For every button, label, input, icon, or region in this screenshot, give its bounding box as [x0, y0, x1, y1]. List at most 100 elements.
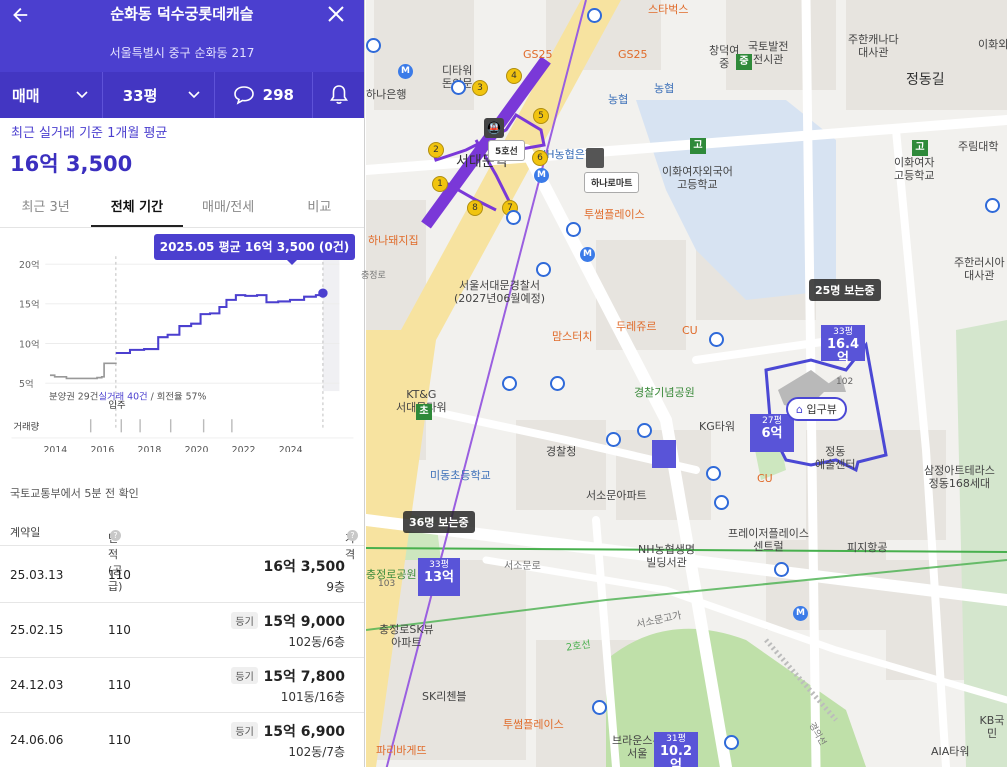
map-label-prince[interactable]: 프레이저플레이스 센트럴: [728, 527, 809, 553]
subway-exit-1[interactable]: 1: [432, 176, 448, 192]
map-label-gyeongchal-park[interactable]: 경찰기념공원: [634, 386, 695, 399]
notification-button[interactable]: [313, 72, 364, 118]
subway-m-icon[interactable]: M: [793, 606, 808, 621]
bus-stop-icon[interactable]: [637, 423, 652, 438]
map-label-nonghyup[interactable]: 농협: [608, 93, 628, 106]
map-label-ehwa-fl[interactable]: 이화여자외국어 고등학교: [662, 165, 733, 191]
map-label-nh-life[interactable]: NH농협생명 빌딩서관: [638, 543, 695, 569]
comments-button[interactable]: 298: [215, 72, 314, 118]
map-label-ehwa-hs[interactable]: 이화여자 고등학교: [894, 156, 934, 182]
tab-all-period[interactable]: 전체 기간: [91, 190, 183, 227]
subway-exit-6[interactable]: 6: [532, 150, 548, 166]
price-pin-main[interactable]: 33평 16.4억: [821, 325, 865, 366]
map-label-jurim[interactable]: 주림대학: [958, 140, 998, 153]
map-label-midong[interactable]: 미동초등학교: [430, 469, 491, 482]
subway-exit-5[interactable]: 5: [533, 108, 549, 124]
entrance-view-button[interactable]: ⌂ 입구뷰: [786, 397, 847, 421]
bus-stop-icon[interactable]: [714, 495, 729, 510]
map-label-momstouch[interactable]: 맘스터치: [552, 330, 592, 343]
parking-icon[interactable]: [606, 432, 621, 447]
subway-exit-4[interactable]: 4: [506, 68, 522, 84]
price-pin[interactable]: 27평 6억: [750, 414, 794, 452]
price-pin[interactable]: 33평 13억: [418, 558, 460, 596]
help-icon[interactable]: ?: [347, 530, 358, 541]
map-label-paris[interactable]: 파리바게뜨: [376, 744, 427, 757]
shopping-bag-icon[interactable]: [586, 148, 604, 168]
trade-floor: 101동/16층: [280, 690, 345, 704]
viewers-callout-left[interactable]: 36명 보는중: [403, 511, 475, 533]
help-icon[interactable]: ?: [110, 530, 121, 541]
map-label-jeongdong-art[interactable]: 정동 예술센터: [815, 445, 855, 471]
map-label-police[interactable]: 서울서대문경찰서 (2027년06월예정): [454, 279, 545, 305]
map-label-ehwa-ele[interactable]: 이화외고: [978, 38, 1007, 51]
map-label-russia[interactable]: 주한러시아 대사관: [954, 256, 1005, 282]
hanaromart-tag[interactable]: 하나로마트: [584, 172, 640, 193]
subway-exit-2[interactable]: 2: [428, 142, 444, 158]
map-label-cu2[interactable]: CU: [757, 472, 773, 485]
map-canvas[interactable]: [366, 0, 1007, 767]
school-badge-high[interactable]: 고: [690, 138, 706, 154]
bus-stop-icon[interactable]: [506, 210, 521, 225]
price-pin[interactable]: 31평 10.2억: [654, 732, 698, 767]
table-row[interactable]: 25.03.13 110 16억 3,500 9층: [0, 548, 364, 603]
map-label-dure[interactable]: 두레쥬르: [616, 320, 656, 333]
map-label-chungjeong-sk[interactable]: 충정로SK뷰 아파트: [379, 623, 434, 649]
subway-m-icon[interactable]: M: [534, 168, 549, 183]
map-view[interactable]: 스타벅스 국토발전 전시관 창덕여 중 주한캐나다 대사관 이화외고 정동길 주…: [361, 0, 1007, 767]
map-label-hanaroneup[interactable]: 하나은행: [366, 88, 406, 101]
bus-stop-icon[interactable]: [774, 562, 789, 577]
school-badge-elementary[interactable]: 초: [416, 404, 432, 420]
map-label-starbucks[interactable]: 스타벅스: [648, 3, 688, 16]
area-select[interactable]: 33평: [103, 72, 215, 118]
subway-m-icon[interactable]: M: [398, 64, 413, 79]
map-label-kb[interactable]: KB국민: [977, 714, 1007, 740]
bus-stop-icon[interactable]: [724, 735, 739, 750]
deal-type-select[interactable]: 매매: [0, 72, 103, 118]
bus-stop-icon[interactable]: [592, 700, 607, 715]
parking-icon[interactable]: [550, 376, 565, 391]
bus-stop-icon[interactable]: [587, 8, 602, 23]
map-label-gs25[interactable]: GS25: [523, 48, 553, 61]
bus-stop-icon[interactable]: [985, 198, 1000, 213]
subway-exit-3[interactable]: 3: [472, 80, 488, 96]
map-label-twosome2[interactable]: 투썸플레이스: [503, 718, 564, 731]
subway-station-icon[interactable]: 🚇: [484, 118, 504, 138]
map-label-gyeongchalcheong[interactable]: 경찰청: [546, 445, 576, 458]
school-badge-middle[interactable]: 중: [736, 54, 752, 70]
map-label-kg[interactable]: KG타워: [699, 420, 735, 433]
tab-sale-jeonse[interactable]: 매매/전세: [183, 190, 274, 227]
map-label-sk-richeum[interactable]: SK리첸블: [422, 690, 467, 703]
bus-stop-icon[interactable]: [706, 466, 721, 481]
map-label-changdeok[interactable]: 창덕여 중: [709, 44, 739, 70]
map-label-aia[interactable]: AIA타워: [931, 745, 970, 758]
map-label-art-terrace[interactable]: 삼정아트테라스 정동168세대: [924, 464, 995, 490]
viewers-callout-top[interactable]: 25명 보는중: [809, 279, 881, 301]
map-label-kukto[interactable]: 국토발전 전시관: [748, 40, 788, 66]
map-label-gs25b[interactable]: GS25: [618, 48, 648, 61]
price-pin-small[interactable]: [652, 440, 676, 468]
map-label-pizza[interactable]: 피지항공: [847, 541, 887, 554]
tab-compare[interactable]: 비교: [274, 190, 364, 227]
price-chart[interactable]: 5억10억15억20억입주분양권 29건실거래 40건 / 회전율 57%거래량…: [0, 230, 365, 452]
bus-stop-icon[interactable]: [566, 222, 581, 237]
tab-recent-3y[interactable]: 최근 3년: [0, 190, 91, 227]
bus-stop-icon[interactable]: [536, 262, 551, 277]
close-icon[interactable]: [326, 4, 346, 24]
table-row[interactable]: 24.12.03 110 15억 7,800 101동/16층 등기: [0, 658, 364, 713]
subway-m-icon[interactable]: M: [580, 247, 595, 262]
map-label-canada[interactable]: 주한캐나다 대사관: [848, 33, 899, 59]
map-label-twosome[interactable]: 투썸플레이스: [584, 208, 645, 221]
school-badge-high-2[interactable]: 고: [912, 140, 928, 156]
table-row[interactable]: 24.06.06 110 15억 6,900 102동/7층 등기: [0, 713, 364, 767]
parking-icon[interactable]: [502, 376, 517, 391]
map-label-cu1[interactable]: CU: [682, 324, 698, 337]
bus-stop-icon[interactable]: [451, 80, 466, 95]
bus-stop-icon[interactable]: [709, 332, 724, 347]
table-row[interactable]: 25.02.15 110 15억 9,000 102동/6층 등기: [0, 603, 364, 658]
line5-tag[interactable]: 5호선: [488, 140, 525, 161]
map-label-seosomun-apt[interactable]: 서소문아파트: [586, 489, 647, 502]
map-label-nonghyup2[interactable]: 농협: [654, 82, 674, 95]
map-label-hana-pig[interactable]: 하나돼지집: [368, 234, 419, 247]
subway-exit-8[interactable]: 8: [467, 200, 483, 216]
bus-stop-icon[interactable]: [366, 38, 381, 53]
